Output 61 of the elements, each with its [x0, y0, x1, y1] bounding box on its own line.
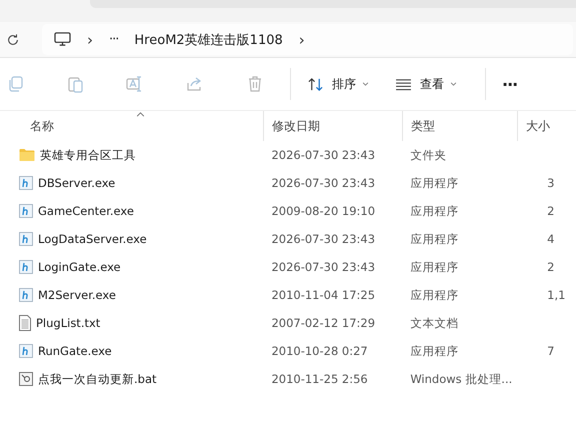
size-cell: 7 — [547, 344, 554, 358]
application-icon — [19, 344, 33, 358]
type-cell: 文件夹 — [410, 148, 446, 162]
overflow-button[interactable]: ··· — [109, 32, 118, 47]
date-cell: 2010-11-04 17:25 — [271, 288, 376, 302]
type-cell: 应用程序 — [410, 204, 458, 218]
date-cell: 2026-07-30 23:43 — [271, 260, 376, 274]
type-cell: 应用程序 — [410, 344, 458, 358]
file-name[interactable]: GameCenter.exe — [38, 204, 134, 218]
batch-file-icon — [19, 372, 33, 386]
date-cell: 2010-11-25 2:56 — [271, 372, 368, 386]
size-cell: 2 — [547, 204, 554, 218]
breadcrumb-item[interactable]: HreoM2英雄连击版1108 — [134, 30, 283, 48]
size-cell: 4 — [547, 232, 554, 246]
type-cell: 应用程序 — [410, 232, 458, 246]
more-button[interactable]: ··· — [496, 72, 524, 96]
folder-icon — [19, 148, 35, 162]
size-cell: 2 — [547, 260, 554, 274]
file-name[interactable]: 英雄专用合区工具 — [40, 148, 136, 162]
date-cell: 2007-02-12 17:29 — [271, 316, 376, 330]
computer-icon[interactable] — [54, 32, 71, 47]
application-icon — [19, 204, 33, 218]
column-header[interactable]: 修改日期 — [264, 111, 403, 141]
file-name[interactable]: 点我一次自动更新.bat — [38, 372, 157, 386]
type-cell: 文本文档 — [410, 316, 458, 330]
chevron-icon: › — [87, 30, 93, 48]
date-cell: 2026-07-30 23:43 — [271, 176, 376, 190]
size-cell: 1,1 — [547, 288, 566, 302]
type-cell: 应用程序 — [410, 260, 458, 274]
file-name[interactable]: LoginGate.exe — [38, 260, 121, 274]
type-cell: Windows 批处理... — [410, 372, 512, 386]
file-name[interactable]: LogDataServer.exe — [38, 232, 147, 246]
file-name[interactable]: DBServer.exe — [38, 176, 116, 190]
type-cell: 应用程序 — [410, 176, 458, 190]
view-button[interactable]: 查看 — [389, 72, 463, 96]
sort-icon — [307, 76, 324, 92]
type-cell: 应用程序 — [410, 288, 458, 302]
date-cell: 2026-07-30 23:43 — [271, 148, 376, 162]
date-cell: 2009-08-20 19:10 — [271, 204, 376, 218]
text-file-icon — [19, 315, 31, 331]
sort-button[interactable]: 排序 — [301, 72, 375, 96]
refresh-icon[interactable] — [6, 32, 20, 46]
chevron-icon[interactable]: › — [298, 30, 305, 48]
file-name[interactable]: M2Server.exe — [38, 288, 116, 302]
column-header[interactable]: 名称 — [0, 111, 264, 141]
dropdown-chevron-icon — [450, 82, 457, 86]
application-icon — [19, 232, 33, 246]
application-icon — [19, 260, 33, 274]
application-icon — [19, 288, 33, 302]
date-cell: 2010-10-28 0:27 — [271, 344, 368, 358]
list-view-icon — [395, 78, 412, 90]
date-cell: 2026-07-30 23:43 — [271, 232, 376, 246]
sort-caret-icon — [136, 112, 144, 117]
file-name[interactable]: PlugList.txt — [36, 316, 100, 330]
dropdown-chevron-icon — [362, 82, 369, 86]
column-header[interactable]: 类型 — [403, 111, 518, 141]
application-icon — [19, 176, 33, 190]
size-cell: 3 — [547, 176, 554, 190]
address-bar[interactable]: › ··· HreoM2英雄连击版1108 › — [42, 24, 573, 55]
column-header[interactable]: 大小 — [518, 111, 576, 141]
file-name[interactable]: RunGate.exe — [38, 344, 112, 358]
